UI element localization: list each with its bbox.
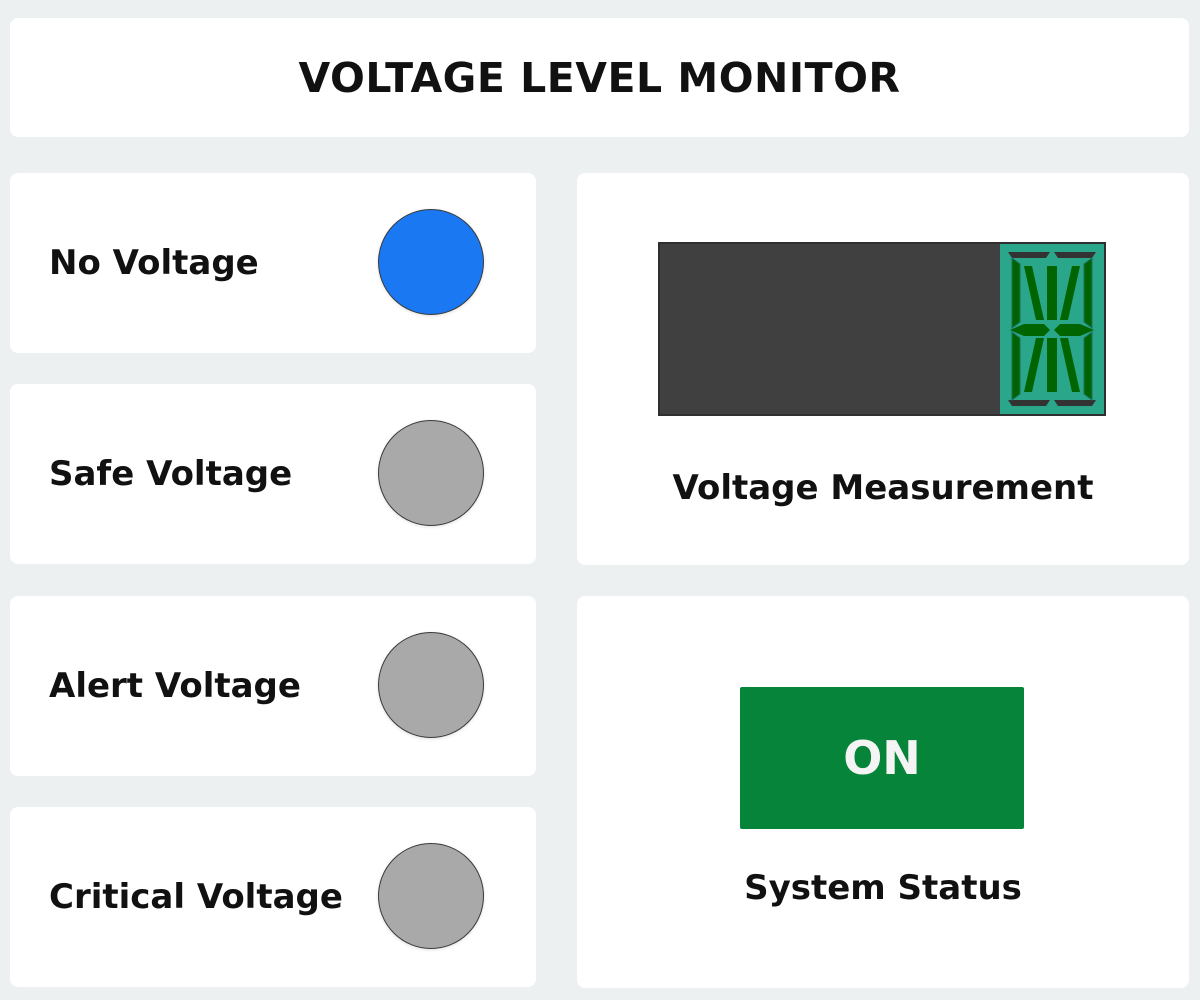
indicator-lamp-safe-voltage	[378, 420, 484, 526]
sixteen-segment-digit	[1000, 244, 1104, 414]
segment-display	[658, 242, 1106, 416]
voltage-measurement-card: Voltage Measurement	[577, 173, 1189, 565]
indicator-card-no-voltage: No Voltage	[10, 173, 536, 353]
system-status-card: ON System Status	[577, 596, 1189, 988]
power-on-button[interactable]: ON	[740, 687, 1024, 829]
indicator-label-no-voltage: No Voltage	[49, 243, 259, 283]
indicator-card-safe-voltage: Safe Voltage	[10, 384, 536, 564]
title-card: VOLTAGE LEVEL MONITOR	[10, 18, 1189, 137]
indicator-label-critical-voltage: Critical Voltage	[49, 877, 343, 917]
page-title: VOLTAGE LEVEL MONITOR	[298, 53, 901, 102]
indicator-label-alert-voltage: Alert Voltage	[49, 666, 301, 706]
indicator-label-safe-voltage: Safe Voltage	[49, 454, 293, 494]
indicator-lamp-critical-voltage	[378, 843, 484, 949]
indicator-card-critical-voltage: Critical Voltage	[10, 807, 536, 987]
system-status-label: System Status	[744, 868, 1022, 908]
indicator-card-alert-voltage: Alert Voltage	[10, 596, 536, 776]
indicator-lamp-alert-voltage	[378, 632, 484, 738]
voltage-measurement-label: Voltage Measurement	[672, 468, 1094, 508]
indicator-lamp-no-voltage	[378, 209, 484, 315]
